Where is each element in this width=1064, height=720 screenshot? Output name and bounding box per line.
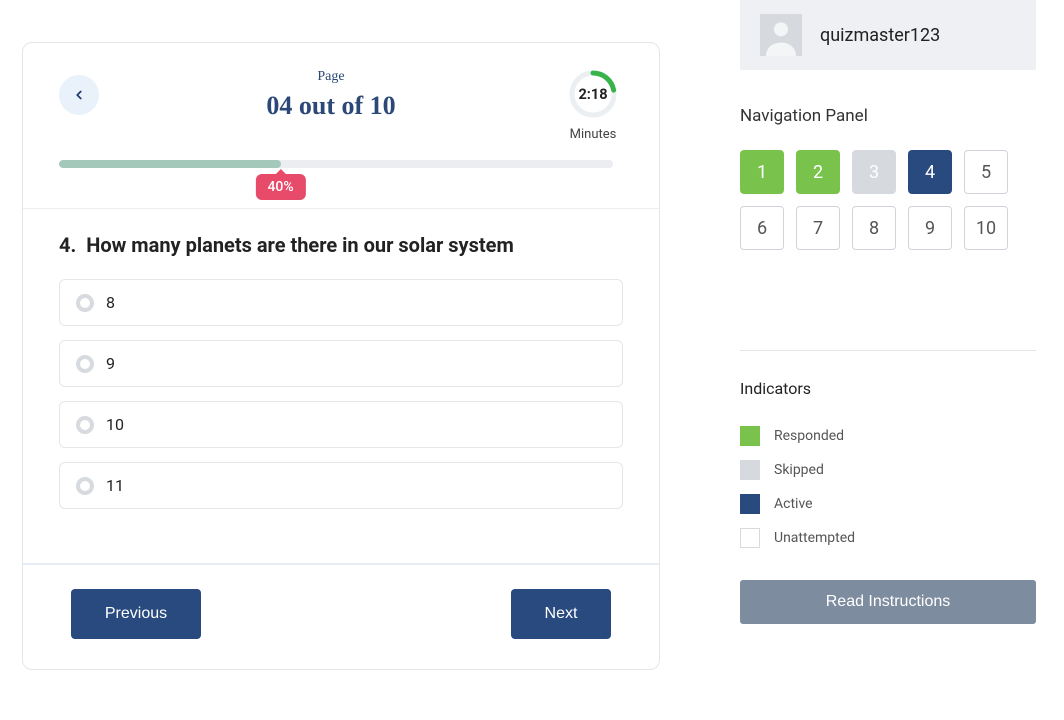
timer: 2:18 Minutes bbox=[563, 69, 623, 142]
page-count: 04 out of 10 bbox=[99, 91, 563, 121]
indicator-label: Skipped bbox=[774, 462, 824, 478]
radio-icon bbox=[76, 294, 94, 312]
question-body: How many planets are there in our solar … bbox=[86, 233, 514, 257]
page-label: Page bbox=[99, 69, 563, 85]
next-button[interactable]: Next bbox=[511, 589, 611, 639]
nav-item-9[interactable]: 9 bbox=[908, 206, 952, 250]
avatar bbox=[760, 14, 802, 56]
nav-item-7[interactable]: 7 bbox=[796, 206, 840, 250]
progress-track bbox=[59, 160, 613, 168]
radio-icon bbox=[76, 477, 94, 495]
question-card: Page 04 out of 10 2:18 Minutes bbox=[22, 42, 660, 670]
indicator-swatch bbox=[740, 460, 760, 480]
radio-icon bbox=[76, 355, 94, 373]
indicator-swatch bbox=[740, 528, 760, 548]
nav-item-10[interactable]: 10 bbox=[964, 206, 1008, 250]
user-icon bbox=[761, 16, 801, 56]
indicator-row: Active bbox=[740, 494, 1036, 514]
indicators-title: Indicators bbox=[740, 379, 1036, 398]
indicator-swatch bbox=[740, 494, 760, 514]
nav-panel-title: Navigation Panel bbox=[740, 106, 1036, 126]
nav-item-5[interactable]: 5 bbox=[964, 150, 1008, 194]
indicator-label: Active bbox=[774, 496, 813, 512]
option[interactable]: 11 bbox=[59, 462, 623, 509]
card-header: Page 04 out of 10 2:18 Minutes bbox=[23, 43, 659, 209]
option-label: 9 bbox=[106, 354, 115, 373]
nav-item-3[interactable]: 3 bbox=[852, 150, 896, 194]
indicator-list: Responded Skipped Active Unattempted bbox=[740, 426, 1036, 548]
previous-button[interactable]: Previous bbox=[71, 589, 201, 639]
main-panel: Page 04 out of 10 2:18 Minutes bbox=[0, 0, 692, 720]
nav-item-1[interactable]: 1 bbox=[740, 150, 784, 194]
option-label: 11 bbox=[106, 476, 124, 495]
timer-circle: 2:18 bbox=[568, 69, 618, 119]
sidebar: quizmaster123 Navigation Panel 12345 6789… bbox=[692, 0, 1064, 720]
nav-item-4[interactable]: 4 bbox=[908, 150, 952, 194]
username: quizmaster123 bbox=[820, 25, 940, 46]
header-row: Page 04 out of 10 2:18 Minutes bbox=[59, 69, 623, 142]
question-text: 4. How many planets are there in our sol… bbox=[59, 233, 623, 257]
progress-badge: 40% bbox=[255, 174, 305, 200]
question-number: 4. bbox=[59, 233, 76, 257]
chevron-left-icon bbox=[72, 88, 86, 102]
timer-label: Minutes bbox=[570, 127, 617, 142]
nav-item-8[interactable]: 8 bbox=[852, 206, 896, 250]
user-row: quizmaster123 bbox=[740, 0, 1036, 70]
back-button[interactable] bbox=[59, 75, 99, 115]
option-label: 10 bbox=[106, 415, 124, 434]
option-label: 8 bbox=[106, 293, 115, 312]
timer-value: 2:18 bbox=[568, 69, 618, 119]
option[interactable]: 10 bbox=[59, 401, 623, 448]
indicator-row: Responded bbox=[740, 426, 1036, 446]
card-footer: Previous Next bbox=[23, 563, 659, 669]
nav-item-6[interactable]: 6 bbox=[740, 206, 784, 250]
indicator-label: Unattempted bbox=[774, 530, 855, 546]
indicator-label: Responded bbox=[774, 428, 844, 444]
options-list: 8 9 10 11 bbox=[59, 279, 623, 509]
divider bbox=[740, 350, 1036, 351]
progress-bar: 40% bbox=[59, 160, 623, 208]
nav-grid: 12345 6789 10 bbox=[740, 150, 1036, 250]
indicator-row: Skipped bbox=[740, 460, 1036, 480]
indicator-swatch bbox=[740, 426, 760, 446]
read-instructions-button[interactable]: Read Instructions bbox=[740, 580, 1036, 624]
indicator-row: Unattempted bbox=[740, 528, 1036, 548]
option[interactable]: 8 bbox=[59, 279, 623, 326]
page-indicator: Page 04 out of 10 bbox=[99, 69, 563, 121]
progress-fill bbox=[59, 160, 281, 168]
question-area: 4. How many planets are there in our sol… bbox=[23, 209, 659, 509]
radio-icon bbox=[76, 416, 94, 434]
option[interactable]: 9 bbox=[59, 340, 623, 387]
nav-item-2[interactable]: 2 bbox=[796, 150, 840, 194]
